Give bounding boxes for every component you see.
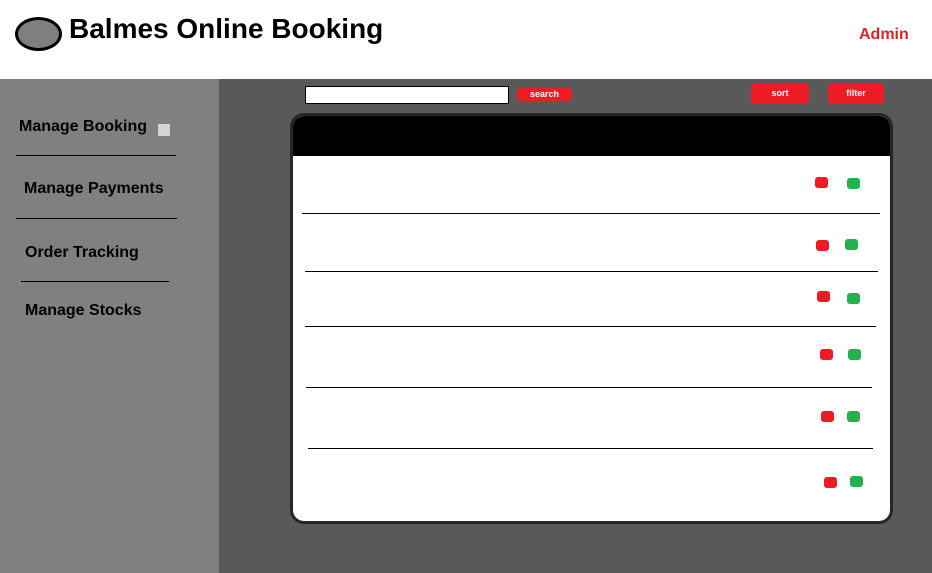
filter-button[interactable]: filter bbox=[828, 83, 884, 104]
row-green-action-button[interactable] bbox=[847, 293, 860, 304]
admin-user-link[interactable]: Admin bbox=[859, 26, 909, 44]
row-divider bbox=[308, 448, 873, 449]
table-header bbox=[293, 116, 890, 156]
row-divider bbox=[306, 387, 872, 388]
app-header: Balmes Online Booking Admin bbox=[0, 0, 932, 79]
row-red-action-button[interactable] bbox=[815, 177, 828, 188]
row-red-action-button[interactable] bbox=[816, 240, 829, 251]
row-green-action-button[interactable] bbox=[848, 349, 861, 360]
sidebar-divider bbox=[21, 281, 169, 282]
sidebar-item-manage-booking[interactable]: Manage Booking bbox=[19, 118, 147, 136]
booking-table bbox=[290, 113, 893, 524]
row-green-action-button[interactable] bbox=[845, 239, 858, 250]
active-indicator-icon bbox=[158, 124, 170, 136]
sidebar: Manage Booking Manage Payments Order Tra… bbox=[0, 79, 219, 573]
search-button[interactable]: search bbox=[517, 88, 572, 101]
row-green-action-button[interactable] bbox=[847, 411, 860, 422]
row-red-action-button[interactable] bbox=[820, 349, 833, 360]
sidebar-divider bbox=[16, 218, 177, 219]
sidebar-item-order-tracking[interactable]: Order Tracking bbox=[25, 244, 139, 262]
row-red-action-button[interactable] bbox=[824, 477, 837, 488]
sidebar-item-manage-stocks[interactable]: Manage Stocks bbox=[25, 302, 141, 320]
row-red-action-button[interactable] bbox=[821, 411, 834, 422]
logo-icon bbox=[15, 17, 62, 51]
sidebar-divider bbox=[16, 155, 176, 156]
row-divider bbox=[302, 213, 880, 214]
sidebar-item-manage-payments[interactable]: Manage Payments bbox=[24, 180, 164, 198]
row-divider bbox=[305, 326, 876, 327]
row-green-action-button[interactable] bbox=[850, 476, 863, 487]
search-input[interactable] bbox=[305, 86, 509, 104]
row-red-action-button[interactable] bbox=[817, 291, 830, 302]
app-title: Balmes Online Booking bbox=[69, 13, 384, 44]
row-green-action-button[interactable] bbox=[847, 178, 860, 189]
row-divider bbox=[305, 271, 878, 272]
sort-button[interactable]: sort bbox=[751, 83, 809, 104]
